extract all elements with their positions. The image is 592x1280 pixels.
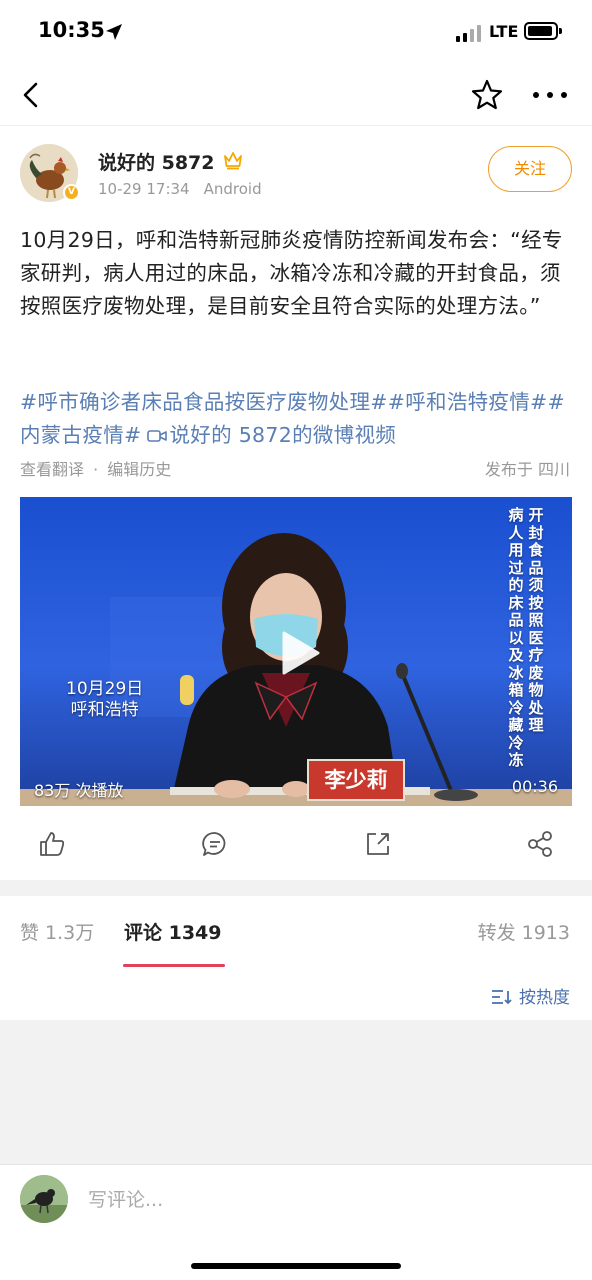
action-bar [0, 824, 592, 868]
post-location: 发布于 四川 [484, 460, 570, 479]
battery-icon [524, 22, 562, 40]
user-avatar[interactable] [20, 1175, 68, 1223]
edit-history-link[interactable]: 编辑历史 [107, 460, 171, 479]
video-player[interactable]: 10月29日 呼和浩特 开封食品须按照医疗废物处理 病人用过的床品以及冰箱冷藏冷… [20, 497, 572, 806]
interaction-tabs: 赞 1.3万 评论 1349 转发 1913 [0, 896, 592, 968]
video-date-line2: 呼和浩特 [70, 700, 139, 720]
network-type: LTE [489, 22, 519, 41]
video-date-line1: 10月29日 [66, 679, 144, 699]
video-caption-col2: 病人用过的床品以及冰箱冷藏冷冻 [508, 506, 524, 769]
post-time: 10-29 17:34 [98, 180, 190, 198]
more-dots-icon[interactable] [530, 90, 570, 100]
active-tab-indicator [123, 964, 225, 967]
sort-icon [492, 990, 512, 1005]
video-link[interactable]: 说好的 5872的微博视频 [169, 423, 396, 447]
video-duration: 00:36 [511, 777, 558, 796]
comments-empty-area [0, 1020, 592, 1164]
video-date-caption: 10月29日 呼和浩特 [66, 679, 143, 721]
comment-icon[interactable] [201, 830, 229, 858]
location-arrow-icon [106, 24, 122, 40]
tab-comments[interactable]: 评论 1349 [124, 918, 222, 945]
author-name[interactable]: 说好的 5872 [98, 148, 215, 175]
play-icon[interactable] [268, 627, 328, 679]
signal-icon [456, 24, 482, 42]
nav-bar [0, 64, 592, 126]
follow-button[interactable]: 关注 [488, 146, 572, 192]
comment-bar: 写评论... [0, 1164, 592, 1280]
post-text: 10月29日，呼和浩特新冠肺炎疫情防控新闻发布会：“经专家研判，病人用过的床品，… [20, 228, 563, 318]
share-external-icon[interactable] [364, 830, 392, 858]
tab-reposts[interactable]: 转发 1913 [478, 918, 570, 945]
video-caption-col1: 开封食品须按照医疗废物处理 [528, 506, 544, 734]
chevron-left-icon[interactable] [18, 80, 46, 110]
verified-badge-icon: V [63, 184, 80, 201]
sort-button[interactable]: 按热度 [491, 983, 570, 1008]
video-views: 83万 次播放 [34, 781, 124, 800]
comment-input[interactable]: 写评论... [88, 1185, 163, 1212]
home-indicator [191, 1263, 401, 1269]
translate-row: 查看翻译 · 编辑历史 [20, 456, 171, 480]
crown-icon [224, 152, 242, 170]
share-icon[interactable] [526, 830, 554, 858]
post-tags: #呼市确诊者床品食品按医疗废物处理##呼和浩特疫情##内蒙古疫情# 说好的 587… [20, 386, 576, 452]
post-meta: 10-29 17:34 Android [98, 180, 276, 198]
speaker-nameplate: 李少莉 [307, 759, 405, 801]
separator-dot: · [93, 460, 99, 479]
translate-link[interactable]: 查看翻译 [20, 460, 84, 479]
sort-label: 按热度 [519, 988, 570, 1008]
post-device: Android [203, 180, 262, 198]
star-icon[interactable] [470, 78, 504, 112]
status-time: 10:35 [38, 18, 105, 42]
section-divider [0, 880, 592, 896]
thumbs-up-icon[interactable] [38, 830, 66, 858]
tab-likes[interactable]: 赞 1.3万 [20, 918, 94, 945]
video-camera-icon [147, 430, 168, 442]
status-bar: 10:35 LTE [0, 0, 592, 64]
